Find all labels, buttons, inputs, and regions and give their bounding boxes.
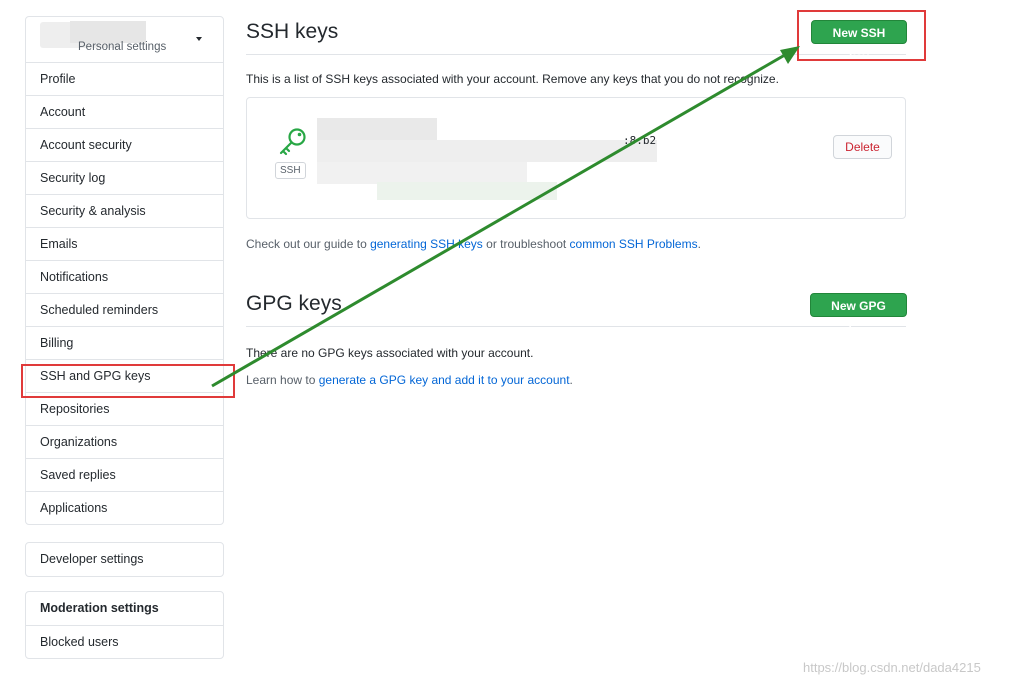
annotation-arrow <box>211 46 800 388</box>
watermark: https://blog.csdn.net/dada4215 <box>803 660 981 675</box>
